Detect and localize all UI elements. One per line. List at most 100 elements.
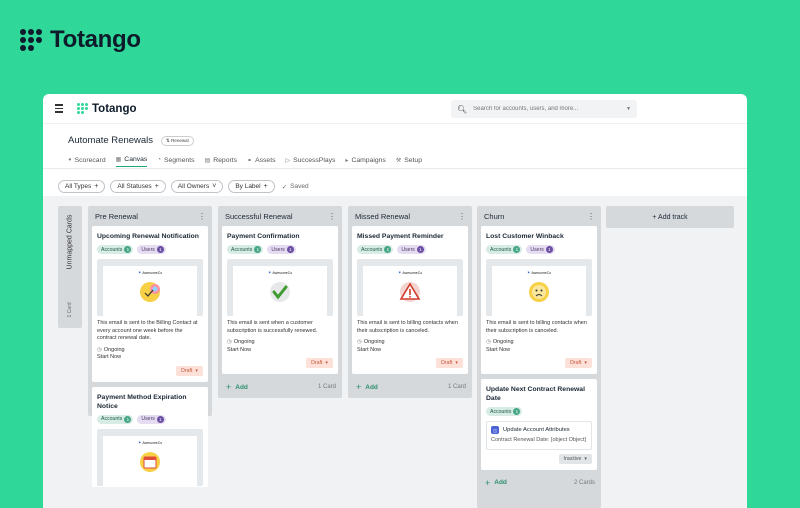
campaign-card[interactable]: Update Next Contract Renewal Date Accoun… <box>481 379 597 470</box>
chevron-down-icon: ▾ <box>195 367 198 374</box>
more-vertical-icon[interactable]: ⋮ <box>198 212 206 221</box>
email-preview: ✶ AwesomeCo <box>357 259 463 316</box>
column-churn: Churn ⋮ Lost Customer Winback Accounts 1 … <box>477 206 601 508</box>
chevron-down-icon[interactable]: ▼ <box>626 106 631 112</box>
status-label: Draft <box>441 360 453 366</box>
status-dropdown[interactable]: Draft ▾ <box>176 365 203 376</box>
play-icon: ▷ <box>285 157 291 164</box>
campaign-card[interactable]: Lost Customer Winback Accounts 1 Users 1 ✶… <box>481 226 597 374</box>
saved-indicator: ✓ Saved <box>282 183 309 191</box>
users-tag: Users 1 <box>526 245 555 254</box>
canvas-board: Unmapped Cards 1 Card Pre Renewal ⋮ Upco… <box>43 196 747 508</box>
email-preview: ✶ AwesomeCo <box>97 428 203 486</box>
add-label: Add <box>235 383 248 391</box>
schedule-label: Ongoing <box>363 339 385 345</box>
tag-label: Users <box>530 246 544 253</box>
filter-all-owners[interactable]: All Owners ˅ <box>170 180 224 193</box>
more-vertical-icon[interactable]: ⋮ <box>587 212 595 221</box>
plus-icon: + <box>263 183 268 190</box>
checkmark-icon <box>270 282 290 302</box>
tab-setup[interactable]: ⚒ Setup <box>396 153 422 167</box>
card-start: Start Now <box>486 346 511 353</box>
email-preview-body: ✶ AwesomeCo <box>363 266 457 316</box>
tag-count: 1 <box>254 246 262 253</box>
check-icon: ✓ <box>281 183 288 191</box>
unmapped-title: Unmapped Cards <box>66 214 74 270</box>
card-title: Missed Payment Reminder <box>357 233 444 240</box>
preview-brand: ✶ AwesomeCo <box>103 440 197 446</box>
app-logo[interactable]: Totango <box>77 103 137 115</box>
preview-brand-name: AwesomeCo <box>531 271 552 275</box>
status-dropdown[interactable]: Draft ▾ <box>565 358 592 368</box>
status-dropdown[interactable]: Draft ▾ <box>436 358 463 368</box>
search-bar[interactable]: 🔍︎ ▼ <box>451 100 637 118</box>
menu-icon[interactable] <box>55 104 63 113</box>
tag-count: 1 <box>156 246 164 253</box>
preview-brand-name: AwesomeCo <box>402 271 423 275</box>
campaign-card[interactable]: Payment Method Expiration Notice Account… <box>92 386 208 487</box>
renewal-badge: ⇅ Renewal <box>161 135 194 146</box>
tab-successplays[interactable]: ▷ SuccessPlays <box>285 153 335 167</box>
filter-bar: All Types + All Statuses + All Owners ˅ By … <box>58 180 309 193</box>
tab-segments[interactable]: ◔ Segments <box>157 153 194 167</box>
tabs-divider <box>43 168 747 169</box>
tag-label: Users <box>141 416 155 422</box>
tag-label: Users <box>401 246 415 253</box>
brand-name: Totango <box>50 26 141 53</box>
tab-label: Segments <box>163 156 195 164</box>
column-header: Churn ⋮ <box>477 206 601 226</box>
campaign-card[interactable]: Payment Confirmation Accounts 1 Users 1 ✶ … <box>222 226 338 374</box>
plus-icon: + <box>226 382 232 392</box>
sad-face-icon <box>529 282 549 302</box>
tag-count: 1 <box>124 246 132 253</box>
segments-icon: ◔ <box>157 157 161 163</box>
column-title: Successful Renewal <box>225 211 293 221</box>
add-card-button[interactable]: + Add <box>356 382 378 392</box>
tag-label: Users <box>141 246 155 253</box>
tab-scorecard[interactable]: ◕ Scorecard <box>68 153 106 167</box>
users-tag: Users 1 <box>137 414 166 424</box>
add-card-button[interactable]: + Add <box>485 478 507 488</box>
add-card-button[interactable]: + Add <box>226 382 248 392</box>
campaign-card[interactable]: Missed Payment Reminder Accounts 1 Users 1… <box>352 226 468 374</box>
tab-canvas[interactable]: ▦ Canvas <box>115 153 148 167</box>
card-title: Payment Confirmation <box>227 233 300 240</box>
column-pre-renewal: Pre Renewal ⋮ Upcoming Renewal Notificat… <box>88 206 212 487</box>
status-dropdown[interactable]: Inactive ▾ <box>558 453 592 464</box>
filter-all-types[interactable]: All Types + <box>58 180 106 193</box>
card-description: This email is sent to billing contacts w… <box>357 320 458 334</box>
tab-label: Setup <box>404 156 422 164</box>
tag-label: Accounts <box>231 246 253 253</box>
unmapped-cards-column[interactable]: Unmapped Cards 1 Card <box>58 206 82 328</box>
card-tags: Accounts 1 Users 1 <box>97 245 203 254</box>
tab-assets[interactable]: ⚭ Assets <box>247 153 275 167</box>
clock-icon: ◷ <box>486 339 491 345</box>
canvas-icon: ▦ <box>115 157 122 163</box>
filter-by-label[interactable]: By Label + <box>228 180 275 193</box>
chevron-down-icon: ▾ <box>325 360 328 366</box>
card-count: 1 Card <box>317 384 336 390</box>
email-preview-body: ✶ AwesomeCo <box>492 266 586 316</box>
card-tags: Accounts 1 Users 1 <box>486 245 592 254</box>
campaign-card[interactable]: Upcoming Renewal Notification Accounts 1 … <box>92 226 208 382</box>
search-input[interactable] <box>473 106 627 112</box>
preview-brand: ✶ AwesomeCo <box>363 270 457 276</box>
tab-reports[interactable]: ▤ Reports <box>205 153 237 167</box>
saved-label: Saved <box>290 183 309 190</box>
tab-campaigns[interactable]: ▸ Campaigns <box>345 153 385 167</box>
card-schedule: ◷ Ongoing <box>486 339 592 347</box>
tab-label: Assets <box>255 156 276 164</box>
more-vertical-icon[interactable]: ⋮ <box>458 212 466 221</box>
accounts-tag: Accounts 1 <box>97 245 134 254</box>
clock-icon: ◷ <box>357 339 362 345</box>
card-tags: Accounts 1 Users 1 <box>227 245 333 254</box>
add-track-button[interactable]: + Add track <box>606 206 734 228</box>
status-dropdown[interactable]: Draft ▾ <box>306 358 333 368</box>
tag-count: 1 <box>124 415 132 423</box>
users-tag: Users 1 <box>137 245 166 254</box>
clock-icon: ◷ <box>97 346 102 353</box>
filter-all-statuses[interactable]: All Statuses + <box>110 180 166 193</box>
gauge-icon: ◕ <box>68 157 72 163</box>
more-vertical-icon[interactable]: ⋮ <box>328 212 336 221</box>
accounts-tag: Accounts 1 <box>97 414 134 424</box>
